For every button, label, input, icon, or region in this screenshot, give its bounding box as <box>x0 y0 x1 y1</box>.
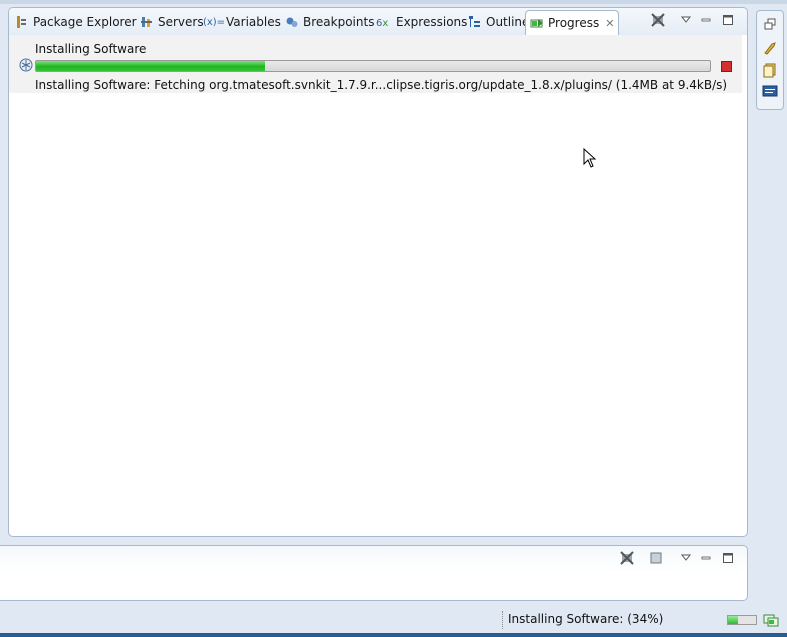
tab-label: Package Explorer <box>33 15 137 29</box>
minimized-view-trim <box>756 10 784 110</box>
rocket-icon <box>762 40 778 59</box>
progress-view-toggle-icon[interactable] <box>763 612 779 628</box>
bottom-minimize-button[interactable] <box>697 550 715 568</box>
chevron-down-icon <box>680 14 692 28</box>
servers-icon <box>139 14 155 30</box>
status-progress-fill <box>728 616 738 624</box>
taskbar-edge <box>0 633 787 637</box>
tab-label: Breakpoints <box>303 15 375 29</box>
remove-finished-button[interactable] <box>649 12 667 30</box>
tab-label: Expressions <box>396 15 468 29</box>
tab-label: Progress <box>548 16 600 30</box>
document-icon <box>762 62 778 81</box>
view-tab-bar: Package Explorer Servers (x)= Variables … <box>9 8 747 35</box>
progress-icon <box>529 15 545 31</box>
package-explorer-icon <box>14 14 30 30</box>
pin-icon <box>649 551 663 568</box>
bottom-view-panel <box>0 545 748 601</box>
cancel-job-button[interactable] <box>721 61 732 72</box>
status-bar: Installing Software: (34%) <box>0 605 787 633</box>
progress-entry[interactable]: Installing Software Installing Software:… <box>9 35 742 93</box>
remove-all-icon <box>619 550 635 569</box>
tab-progress[interactable]: Progress ✕ <box>525 10 620 35</box>
tab-servers[interactable]: Servers <box>139 11 204 33</box>
chevron-down-icon <box>680 552 692 566</box>
restore-icon <box>764 18 776 33</box>
console-view-button[interactable] <box>762 63 778 79</box>
remove-all-icon <box>650 12 666 31</box>
job-title: Installing Software <box>35 42 147 56</box>
maximize-icon <box>722 14 734 29</box>
svg-text:6x: 6x <box>376 18 388 29</box>
breakpoints-icon <box>284 14 300 30</box>
bottom-pin-button[interactable] <box>647 550 665 568</box>
bottom-view-header <box>0 546 747 572</box>
bottom-maximize-button[interactable] <box>719 550 737 568</box>
expressions-icon: 6x <box>375 14 393 30</box>
mouse-cursor-icon <box>583 147 597 168</box>
job-detail: Installing Software: Fetching org.tmates… <box>35 78 728 92</box>
problems-view-button[interactable] <box>762 85 778 101</box>
window-top-strip <box>0 0 787 4</box>
install-software-icon <box>18 57 34 73</box>
minimize-icon <box>700 552 712 567</box>
status-progress-bar[interactable] <box>727 615 757 625</box>
tab-outline[interactable]: Outline <box>467 11 529 33</box>
maximize-icon <box>722 552 734 567</box>
status-progress-text[interactable]: Installing Software: (34%) <box>508 612 663 626</box>
tab-label: Servers <box>158 15 204 29</box>
progress-view-panel: Package Explorer Servers (x)= Variables … <box>8 7 748 537</box>
tab-label: Outline <box>486 15 530 29</box>
variables-icon: (x)= <box>202 16 226 28</box>
outline-icon <box>467 14 483 30</box>
tab-package-explorer[interactable]: Package Explorer <box>14 11 137 33</box>
bottom-view-menu-button[interactable] <box>677 550 695 568</box>
minimize-icon <box>700 14 712 29</box>
tab-label: Variables <box>226 15 281 29</box>
bottom-remove-button[interactable] <box>618 550 636 568</box>
tab-expressions[interactable]: 6x Expressions <box>375 11 467 33</box>
tasks-view-button[interactable] <box>762 41 778 57</box>
job-progress-bar <box>35 60 711 72</box>
status-separator <box>502 611 505 629</box>
minimize-button[interactable] <box>697 12 715 30</box>
close-tab-icon[interactable]: ✕ <box>605 17 614 30</box>
tab-variables[interactable]: (x)= Variables <box>202 11 281 33</box>
restore-button[interactable] <box>762 17 778 33</box>
tab-breakpoints[interactable]: Breakpoints <box>284 11 374 33</box>
maximize-button[interactable] <box>719 12 737 30</box>
job-progress-fill <box>36 61 266 71</box>
monitor-icon <box>762 84 778 103</box>
view-menu-button[interactable] <box>677 12 695 30</box>
